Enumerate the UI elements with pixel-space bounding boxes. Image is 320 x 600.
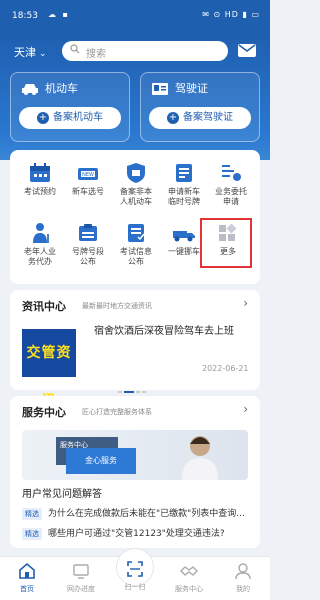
- service-subtitle: 匠心打造完整服务体系: [82, 408, 152, 416]
- register-license-label: 备案驾驶证: [183, 112, 233, 123]
- license-icon: [151, 82, 169, 96]
- grid-label-line2: 务代办: [28, 257, 52, 266]
- monitor-icon: [72, 562, 90, 580]
- faq-tag: 精选: [22, 507, 42, 520]
- elderly-icon: [28, 222, 52, 244]
- grid-label-line1: 号牌号段: [72, 247, 104, 256]
- nav-service-center-label: 服务中心: [175, 585, 203, 593]
- grid-item-register-nonlocal-vehicle[interactable]: 备案非本 人机动车: [111, 162, 161, 207]
- register-license-button[interactable]: + 备案驾驶证: [149, 107, 251, 129]
- grid-label-line1: 考试预约: [24, 187, 56, 196]
- grid-item-elderly-agency[interactable]: 老年人业 务代办: [15, 222, 65, 267]
- banner-gold-service-box: 金心服务: [66, 448, 136, 474]
- car-icon: [21, 82, 39, 96]
- news-title: 资讯中心: [22, 300, 66, 313]
- service-banner[interactable]: 服务中心 金心服务: [22, 430, 248, 480]
- grid-label-line1: 新车选号: [72, 187, 104, 196]
- status-time: 18:53: [12, 11, 38, 21]
- plus-icon: +: [37, 112, 49, 124]
- faq-heading: 用户常见问题解答: [22, 489, 102, 500]
- vehicle-card-title: 机动车: [45, 82, 78, 95]
- nav-scan-label: 扫一扫: [124, 583, 146, 591]
- grid-item-business-delegation[interactable]: 业务委托 申请: [206, 162, 256, 207]
- grid-label-line1: 老年人业: [24, 247, 56, 256]
- grid-label-line2: 公布: [128, 257, 144, 266]
- faq-text: 为什么在完成做款后未能在"已缴款"列表中查询...: [48, 509, 245, 519]
- agent-illustration: [172, 430, 228, 480]
- license-card-title: 驾驶证: [175, 82, 208, 95]
- nav-progress[interactable]: 网办进度: [54, 562, 108, 594]
- nav-profile[interactable]: 我的: [216, 562, 270, 594]
- grid-label-line1: 考试信息: [120, 247, 152, 256]
- tow-truck-icon: [172, 222, 196, 244]
- delegate-icon: [219, 162, 243, 184]
- register-vehicle-label: 备案机动车: [53, 112, 103, 123]
- scan-icon: [126, 560, 144, 578]
- faq-item[interactable]: 精选 为什么在完成做款后未能在"已缴款"列表中查询...: [22, 506, 250, 522]
- grid-label-line2: 申请: [223, 197, 239, 206]
- exam-info-icon: [124, 222, 148, 244]
- svg-text:NEW: NEW: [82, 172, 94, 178]
- chevron-down-icon: ⌄: [39, 49, 47, 59]
- new-plate-icon: NEW: [76, 162, 100, 184]
- user-icon: [234, 562, 252, 580]
- nav-profile-label: 我的: [236, 585, 250, 593]
- faq-item[interactable]: 精选 哪些用户可通过"交管12123"处理交通违法?: [22, 526, 250, 542]
- city-selector[interactable]: 天津 ⌄: [14, 44, 47, 60]
- grid-item-temp-plate[interactable]: 申请新车 临时号牌: [159, 162, 209, 207]
- grid-label-line2: 临时号牌: [168, 197, 200, 206]
- search-placeholder: 搜索: [86, 49, 106, 60]
- handshake-icon: [180, 562, 198, 580]
- grid-item-exam-info[interactable]: 考试信息 公布: [111, 222, 161, 267]
- grid-item-plate-range[interactable]: 号牌号段 公布: [63, 222, 113, 267]
- news-subtitle: 最新最时地方交通资讯: [82, 302, 152, 310]
- news-chevron-right-icon[interactable]: ›: [243, 296, 248, 310]
- nav-progress-label: 网办进度: [67, 585, 95, 593]
- vehicle-card[interactable]: 机动车 + 备案机动车: [10, 72, 130, 142]
- register-vehicle-button[interactable]: + 备案机动车: [19, 107, 121, 129]
- plus-icon: +: [167, 112, 179, 124]
- shield-icon: [124, 162, 148, 184]
- city-label: 天津: [14, 46, 36, 59]
- grid-item-new-plate[interactable]: NEW 新车选号: [63, 162, 113, 197]
- news-headline[interactable]: 宿舍饮酒后深夜冒险驾车去上班: [94, 324, 250, 340]
- grid-label-line1: 备案非本: [120, 187, 152, 196]
- search-icon: [70, 44, 80, 57]
- temp-plate-icon: [172, 162, 196, 184]
- more-highlight-box: [200, 218, 252, 268]
- plate-range-icon: [76, 222, 100, 244]
- faq-text: 哪些用户可通过"交管12123"处理交通违法?: [48, 529, 225, 539]
- grid-label-line2: 公布: [80, 257, 96, 266]
- nav-home-label: 首页: [20, 585, 34, 593]
- search-input[interactable]: 搜索: [62, 41, 228, 61]
- license-card[interactable]: 驾驶证 + 备案驾驶证: [140, 72, 260, 142]
- grid-item-exam-booking[interactable]: 考试预约: [15, 162, 65, 197]
- nav-service-center[interactable]: 服务中心: [162, 562, 216, 594]
- grid-label-line2: 人机动车: [120, 197, 152, 206]
- news-thumbnail[interactable]: 交管资讯: [22, 329, 76, 409]
- status-bar: 18:53 ☁ ▪ ✉ ⊙ HD ▮ ▭: [0, 0, 270, 34]
- status-right-icons: ✉ ⊙ HD ▮ ▭: [202, 10, 260, 19]
- vehicle-card-title-row: 机动车: [21, 80, 78, 96]
- grid-label-line1: 申请新车: [168, 187, 200, 196]
- service-title: 服务中心: [22, 406, 66, 419]
- status-left-icons: ☁ ▪: [48, 10, 70, 19]
- mail-icon[interactable]: [238, 44, 256, 57]
- grid-label-line1: 业务委托: [215, 187, 247, 196]
- calendar-icon: [28, 162, 52, 184]
- nav-scan[interactable]: 扫一扫: [108, 560, 162, 592]
- license-card-title-row: 驾驶证: [151, 80, 208, 96]
- home-icon: [18, 562, 36, 580]
- service-chevron-right-icon[interactable]: ›: [243, 402, 248, 416]
- news-date: 2022-06-21: [202, 364, 249, 373]
- nav-home[interactable]: 首页: [0, 562, 54, 594]
- carousel-dots: [118, 378, 148, 397]
- faq-tag: 精选: [22, 527, 42, 540]
